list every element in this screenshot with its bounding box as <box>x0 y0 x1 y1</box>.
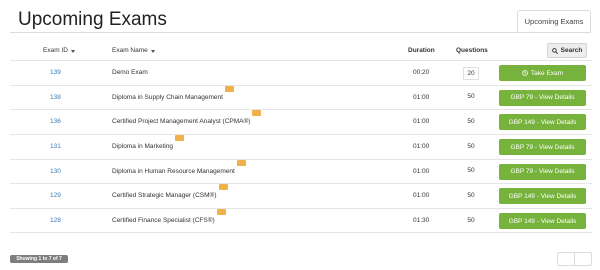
view-details-button[interactable]: GBP 149 - View Details <box>499 213 586 230</box>
comment-badge-icon[interactable] <box>218 184 228 191</box>
exam-duration: 01:00 <box>413 192 430 200</box>
exam-name: Certified Strategic Manager (CSM®) <box>112 184 228 208</box>
view-details-button[interactable]: GBP 79 - View Details <box>499 89 586 106</box>
exam-id-link[interactable]: 131 <box>50 135 61 159</box>
exam-name-text: Certified Project Management Analyst (CP… <box>112 118 251 126</box>
exam-id-link[interactable]: 139 <box>50 61 61 85</box>
comment-badge-icon[interactable] <box>252 110 262 117</box>
view-details-button[interactable]: GBP 149 - View Details <box>499 114 586 131</box>
pagination <box>557 252 592 266</box>
prev-page-button[interactable] <box>558 253 575 265</box>
header-questions: Questions <box>456 47 488 54</box>
sort-caret-icon <box>150 49 155 53</box>
tab-divider <box>10 32 591 33</box>
action-label: GBP 149 - View Details <box>508 217 577 225</box>
action-label: GBP 79 - View Details <box>510 143 575 151</box>
exam-duration: 01:00 <box>413 143 430 151</box>
table-row: 128 Certified Finance Specialist (CFS®) 01… <box>10 208 592 233</box>
exam-id-link[interactable]: 130 <box>50 160 61 184</box>
view-details-button[interactable]: GBP 79 - View Details <box>499 139 586 156</box>
showing-count: Showing 1 to 7 of 7 <box>10 255 68 263</box>
table-header: Exam ID Exam Name Duration Questions Sea… <box>10 42 592 60</box>
exam-name-text: Diploma in Supply Chain Management <box>112 93 223 101</box>
sort-exam-name[interactable]: Exam Name <box>112 42 155 60</box>
exam-id-link[interactable]: 136 <box>50 110 61 134</box>
exam-name: Diploma in Supply Chain Management <box>112 85 234 110</box>
table-row: 138 Diploma in Supply Chain Management 01:… <box>10 84 592 110</box>
search-button[interactable]: Search <box>547 43 587 58</box>
exam-name-text: Diploma in Marketing <box>112 143 174 151</box>
table-row: 130 Diploma in Human Resource Management 0… <box>10 158 592 184</box>
exam-questions: 50 <box>467 142 475 150</box>
exam-questions: 20 <box>463 66 479 80</box>
exam-table-body: 139 Demo Exam 00:20 20 Take Exam 138 Diploma i… <box>10 60 592 233</box>
header-duration: Duration <box>408 47 435 54</box>
exam-duration: 01:30 <box>413 217 430 225</box>
page-title: Upcoming Exams <box>18 9 167 30</box>
action-label: GBP 149 - View Details <box>508 118 577 126</box>
view-details-button[interactable]: GBP 149 - View Details <box>499 188 586 205</box>
exam-name: Diploma in Marketing <box>112 135 185 159</box>
view-details-button[interactable]: GBP 79 - View Details <box>499 163 586 180</box>
comment-badge-icon[interactable] <box>216 209 226 216</box>
header-exam-id: Exam ID <box>43 47 68 54</box>
comment-badge-icon[interactable] <box>224 85 234 92</box>
sort-caret-icon <box>70 49 75 53</box>
exam-name-text: Certified Finance Specialist (CFS®) <box>112 217 215 225</box>
exam-name-text: Certified Strategic Manager (CSM®) <box>112 192 217 200</box>
table-row: 139 Demo Exam 00:20 20 Take Exam <box>10 60 592 85</box>
comment-badge-icon[interactable] <box>175 135 185 142</box>
tab-upcoming-exams[interactable]: Upcoming Exams <box>517 10 591 32</box>
exam-duration: 01:00 <box>413 118 430 126</box>
clock-icon <box>522 70 528 76</box>
header-exam-name: Exam Name <box>112 47 148 54</box>
exam-name: Certified Project Management Analyst (CP… <box>112 110 262 134</box>
table-row: 131 Diploma in Marketing 01:00 50 GBP 79 - V… <box>10 134 592 159</box>
search-label: Search <box>560 47 583 54</box>
exam-questions: 50 <box>467 117 475 125</box>
action-label: Take Exam <box>530 69 564 77</box>
exam-duration: 01:00 <box>413 167 430 175</box>
exam-id-link[interactable]: 128 <box>50 209 61 233</box>
take-exam-button[interactable]: Take Exam <box>499 65 586 81</box>
sort-exam-id[interactable]: Exam ID <box>43 42 75 60</box>
exam-id-link[interactable]: 138 <box>50 86 61 110</box>
comment-badge-icon[interactable] <box>236 159 246 166</box>
next-page-button[interactable] <box>575 253 592 265</box>
exam-questions: 50 <box>467 93 475 101</box>
exam-name: Diploma in Human Resource Management <box>112 159 246 184</box>
exam-duration: 01:00 <box>413 93 430 101</box>
exam-questions: 50 <box>467 191 475 199</box>
action-label: GBP 79 - View Details <box>510 168 575 176</box>
search-icon <box>551 47 558 54</box>
action-label: GBP 149 - View Details <box>508 192 577 200</box>
exam-duration: 00:20 <box>413 69 430 76</box>
exam-questions: 50 <box>467 167 475 175</box>
exam-id-link[interactable]: 129 <box>50 184 61 208</box>
table-row: 129 Certified Strategic Manager (CSM®) 01:… <box>10 183 592 208</box>
exam-name-text: Demo Exam <box>112 69 148 76</box>
exam-questions: 50 <box>467 216 475 224</box>
exam-name-text: Diploma in Human Resource Management <box>112 167 235 175</box>
exam-name: Certified Finance Specialist (CFS®) <box>112 209 226 233</box>
action-label: GBP 79 - View Details <box>510 94 575 102</box>
table-row: 136 Certified Project Management Analyst … <box>10 109 592 134</box>
exam-name: Demo Exam <box>112 61 148 85</box>
